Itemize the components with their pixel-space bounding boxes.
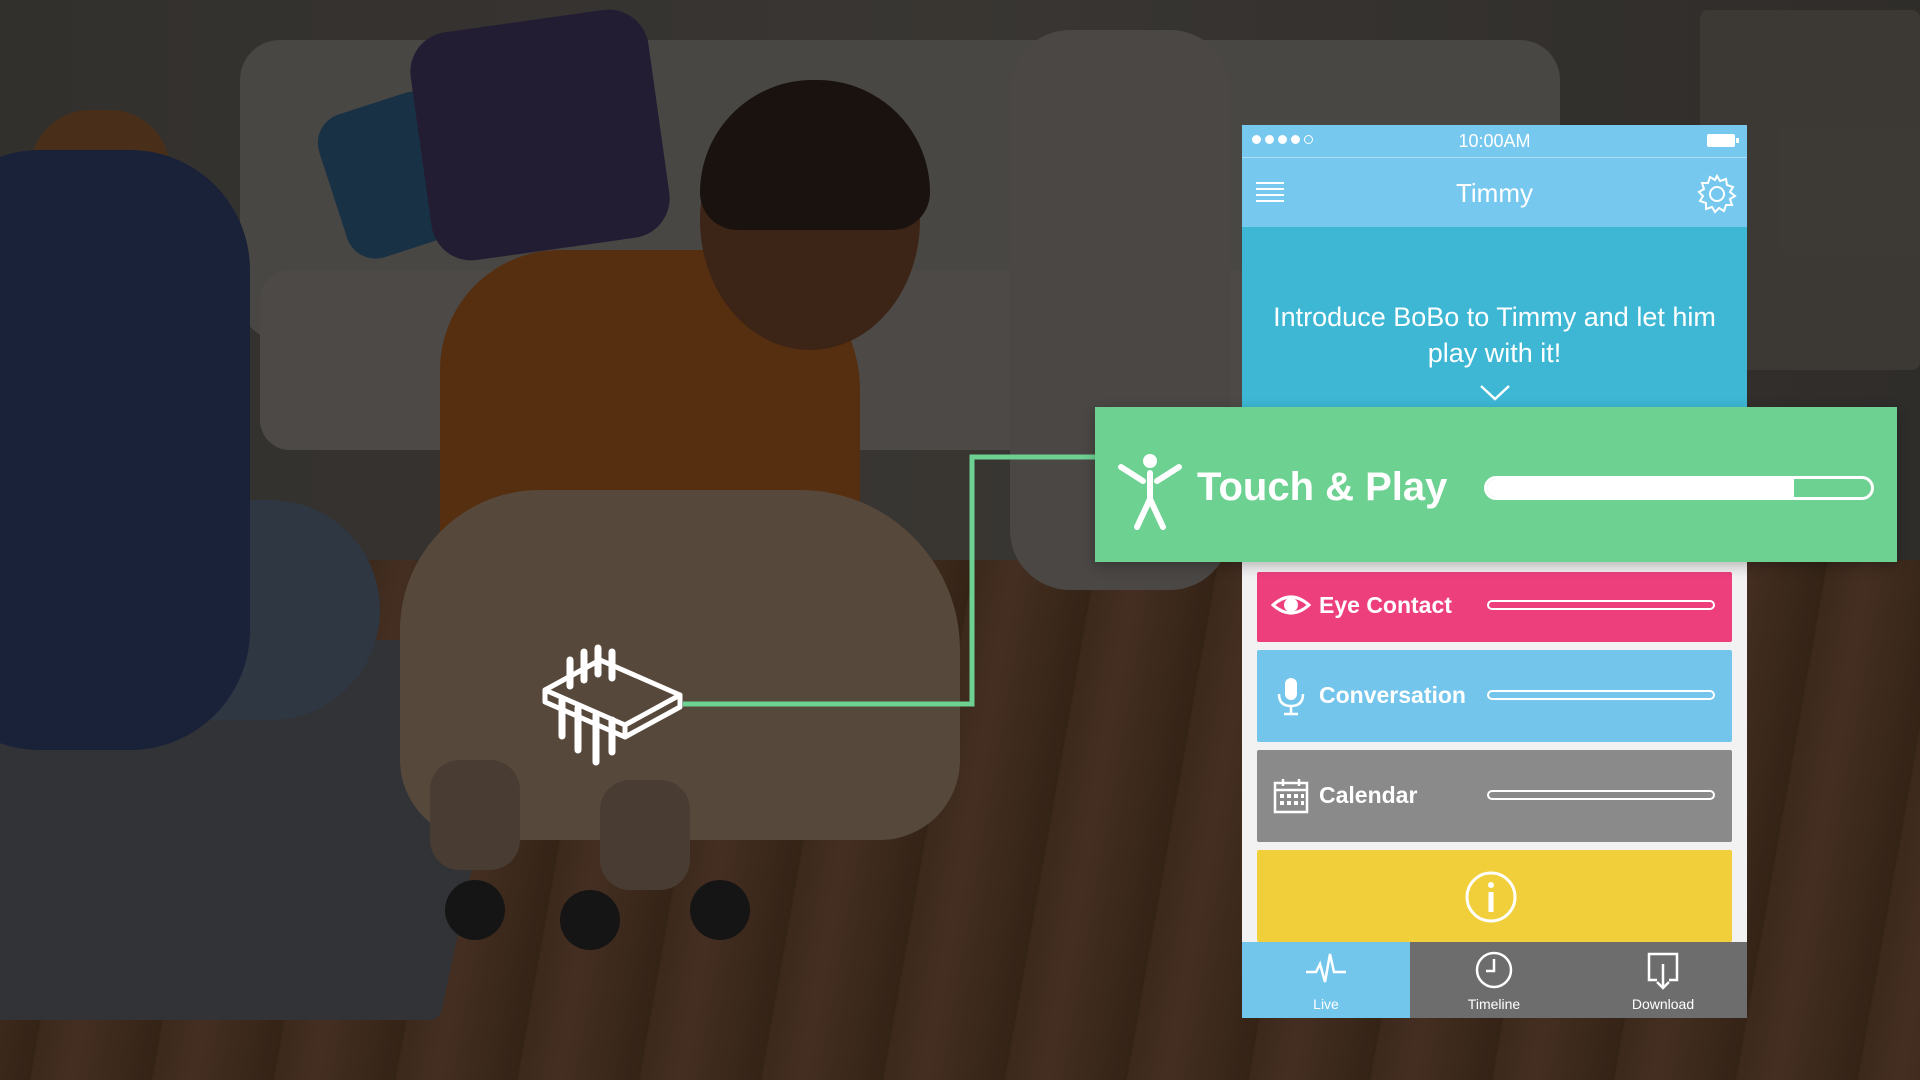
progress-bar [1484, 476, 1874, 500]
tab-live[interactable]: Live [1242, 942, 1410, 1018]
progress-bar [1487, 790, 1715, 800]
tab-label: Download [1631, 996, 1695, 1012]
clock-icon [1475, 951, 1513, 989]
activity-eye-contact[interactable]: Eye Contact [1257, 572, 1732, 642]
tab-label: Live [1313, 996, 1339, 1012]
heartbeat-icon [1306, 953, 1346, 983]
person-icon [1118, 454, 1182, 530]
microphone-icon [1277, 678, 1305, 716]
tab-timeline[interactable]: Timeline [1410, 942, 1578, 1018]
instruction-message: Introduce BoBo to Timmy and let him play… [1273, 302, 1716, 368]
tab-bar: Live Timeline Download [1242, 942, 1747, 1018]
tab-label: Timeline [1467, 996, 1521, 1012]
activity-list: Eye Contact Conversation Calendar [1257, 572, 1732, 950]
chevron-down-icon[interactable] [1479, 384, 1511, 402]
page-title: Timmy [1455, 178, 1533, 208]
instruction-banner: Introduce BoBo to Timmy and let him play… [1242, 227, 1747, 407]
calendar-icon [1273, 779, 1309, 814]
activity-label: Calendar [1319, 782, 1418, 808]
progress-bar [1487, 690, 1715, 700]
activity-label: Touch & Play [1197, 465, 1448, 509]
activity-calendar[interactable]: Calendar [1257, 750, 1732, 842]
activity-conversation[interactable]: Conversation [1257, 650, 1732, 742]
battery-icon [1707, 134, 1739, 147]
activity-label: Eye Contact [1319, 592, 1452, 618]
nav-bar: Timmy [1242, 157, 1747, 228]
status-bar: 10:00AM [1242, 125, 1747, 157]
info-icon[interactable] [1464, 870, 1518, 924]
activity-touch-and-play[interactable]: Touch & Play [1095, 407, 1897, 562]
download-icon [1647, 952, 1679, 990]
tab-download[interactable]: Download [1579, 942, 1747, 1018]
sensor-chip-icon [542, 644, 683, 766]
progress-fill [1487, 479, 1795, 497]
gear-icon[interactable] [1695, 172, 1739, 216]
phone-app-screen: 10:00AM Timmy Introduce BoBo to Timmy an… [1242, 125, 1747, 1018]
activity-label: Conversation [1319, 682, 1466, 708]
info-panel[interactable] [1257, 850, 1732, 942]
eye-icon [1271, 595, 1311, 615]
status-time: 10:00AM [1458, 131, 1531, 151]
progress-bar [1487, 600, 1715, 610]
